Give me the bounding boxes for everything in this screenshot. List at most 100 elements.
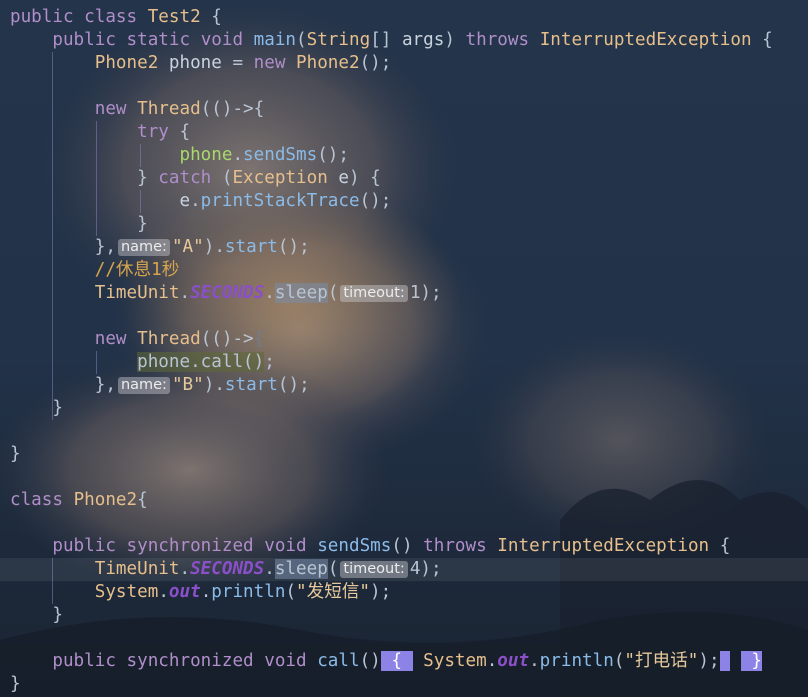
code-text: ); [370, 582, 392, 602]
method-name-token: call [317, 651, 360, 671]
class-name-token: String [306, 30, 371, 50]
code-text: } [10, 605, 63, 625]
code-line[interactable]: } [0, 443, 808, 466]
code-line-current[interactable]: TimeUnit.SECONDS.sleep(timeout: 4); [0, 558, 808, 581]
code-text: { [751, 30, 773, 50]
code-line[interactable]: public class Test2 { [0, 6, 808, 29]
variable-token: phone [168, 53, 222, 73]
code-text: [] [370, 30, 402, 50]
parameter-hint: name: [117, 377, 170, 394]
keyword-token: public [52, 651, 116, 671]
keyword-token: throws [465, 30, 530, 50]
code-line[interactable]: Phone2 phone = new Phone2(); [0, 52, 808, 75]
class-name-token: Phone2 [94, 53, 159, 73]
code-text: (); [317, 145, 349, 165]
constant-token: out [168, 582, 201, 602]
code-text: (); [359, 53, 392, 73]
method-name-token: sendSms [317, 536, 392, 556]
code-text: (()-> [200, 329, 254, 349]
code-line[interactable]: System.out.println("发短信"); [0, 581, 808, 604]
keyword-token: new [94, 329, 127, 349]
parameter-hint: timeout: [340, 285, 408, 302]
code-line[interactable]: } [0, 673, 808, 696]
code-line[interactable]: phone.sendSms(); [0, 144, 808, 167]
code-text: 1); [409, 283, 442, 303]
class-name-token: TimeUnit [94, 559, 180, 579]
code-line[interactable]: new Thread(()->{ [0, 98, 808, 121]
keyword-token: class [10, 490, 63, 510]
keyword-token: void [264, 651, 307, 671]
code-text: . [190, 191, 201, 211]
method-name-token: start [224, 375, 278, 395]
code-line[interactable]: class Phone2{ [0, 489, 808, 512]
code-text: . [486, 651, 498, 671]
variable-token: args [401, 30, 445, 50]
method-name-token: println [539, 651, 614, 671]
code-text: ); [698, 651, 720, 671]
selected-text: { [380, 651, 413, 671]
code-line[interactable]: try { [0, 121, 808, 144]
class-name-token: InterruptedException [497, 536, 710, 556]
code-line[interactable]: } [0, 397, 808, 420]
code-line[interactable]: public synchronized void call() { System… [0, 650, 808, 673]
code-text: }, [10, 375, 116, 395]
string-literal: "A" [171, 237, 204, 257]
highlighted-call-expression: phone.call() [137, 352, 265, 372]
code-text: ). [203, 375, 225, 395]
code-text: ( [296, 30, 307, 50]
code-text: } [10, 444, 21, 464]
code-comment: //休息1秒 [94, 260, 180, 280]
code-text: . [200, 582, 212, 602]
code-text: } [10, 674, 21, 694]
code-line[interactable]: phone.call(); [0, 351, 808, 374]
code-line[interactable]: } catch (Exception e) { [0, 167, 808, 190]
code-line[interactable]: TimeUnit.SECONDS.sleep(timeout: 1); [0, 282, 808, 305]
code-text: (); [277, 375, 310, 395]
constant-token: SECONDS [190, 283, 265, 303]
keyword-token: public [52, 30, 116, 50]
code-line[interactable]: public synchronized void sendSms() throw… [0, 535, 808, 558]
code-line[interactable]: public static void main(String[] args) t… [0, 29, 808, 52]
class-name-token: System [423, 651, 487, 671]
code-text: (); [277, 237, 310, 257]
code-line[interactable]: } [0, 213, 808, 236]
string-literal: "打电话" [624, 651, 699, 671]
code-line[interactable]: e.printStackTrace(); [0, 190, 808, 213]
string-literal: "B" [171, 375, 204, 395]
code-line[interactable]: }, name: "A").start(); [0, 236, 808, 259]
class-name-token: Exception [232, 168, 328, 188]
code-text: () [391, 536, 424, 556]
class-name-token: TimeUnit [94, 283, 180, 303]
variable-token: e [179, 191, 191, 211]
code-text: (); [359, 191, 392, 211]
code-line[interactable]: new Thread(()->{ [0, 328, 808, 351]
code-text: . [179, 283, 191, 303]
code-text: . [264, 559, 275, 579]
code-line[interactable]: }, name: "B").start(); [0, 374, 808, 397]
code-line[interactable]: //休息1秒 [0, 259, 808, 282]
keyword-token: void [264, 536, 307, 556]
code-editor[interactable]: public class Test2 { public static void … [0, 0, 808, 697]
brace-token: { [253, 329, 265, 349]
code-text: } [10, 214, 148, 234]
code-line[interactable]: } [0, 604, 808, 627]
variable-token: e [338, 168, 349, 188]
code-text: { [709, 536, 731, 556]
keyword-token: class [84, 7, 138, 27]
class-name-token: System [94, 582, 159, 602]
